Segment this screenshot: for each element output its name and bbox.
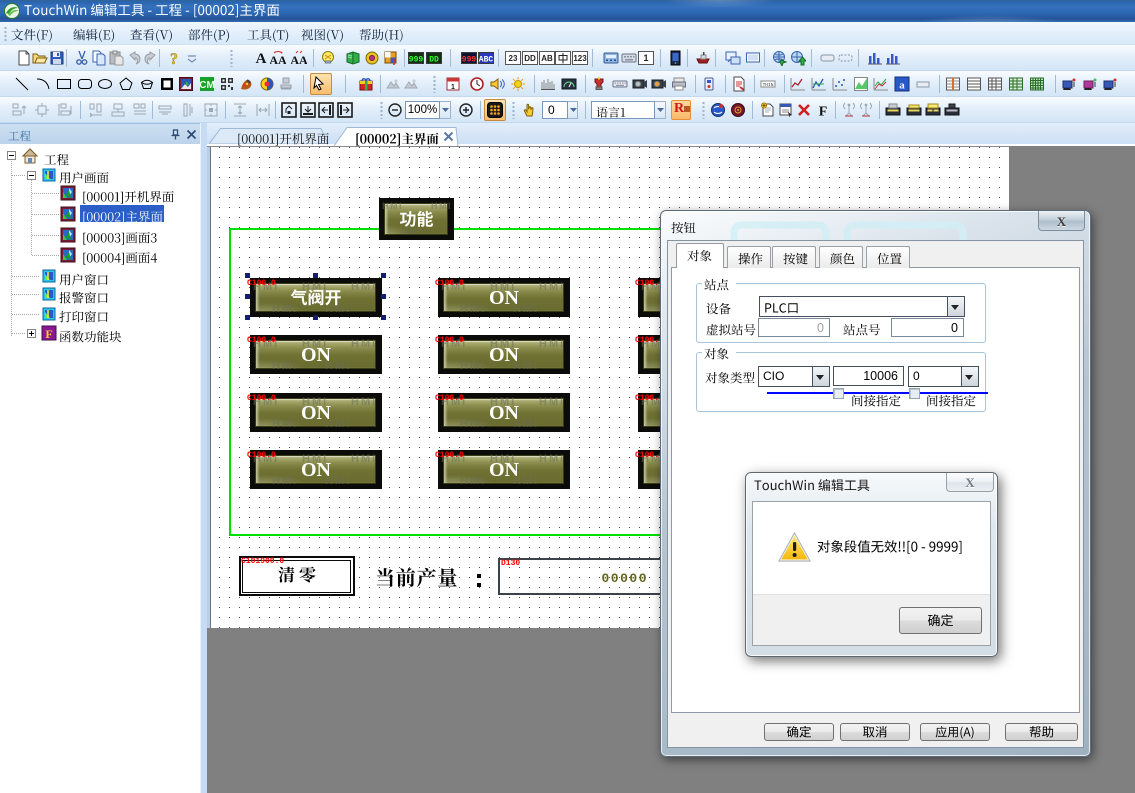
svg-text:123: 123 [573,54,587,63]
svg-text:F: F [819,105,828,119]
svg-text:DD: DD [429,56,439,65]
svg-text:THIN: THIN [763,82,774,88]
svg-text:1: 1 [643,53,648,63]
svg-text:23: 23 [509,54,518,63]
svg-text:AA: AA [291,53,307,66]
svg-text:AA: AA [270,53,286,66]
svg-text:F: F [45,327,52,341]
svg-text:999: 999 [462,56,477,65]
svg-text:1: 1 [451,84,455,91]
svg-text:ABC: ABC [479,56,494,65]
svg-text:AB: AB [541,54,553,63]
svg-text:999: 999 [409,56,424,65]
svg-text:A: A [256,51,267,66]
svg-text:?: ? [170,51,178,66]
svg-text:CM: CM [199,80,215,91]
svg-text:a: a [899,80,905,92]
svg-text:DD: DD [524,54,536,63]
